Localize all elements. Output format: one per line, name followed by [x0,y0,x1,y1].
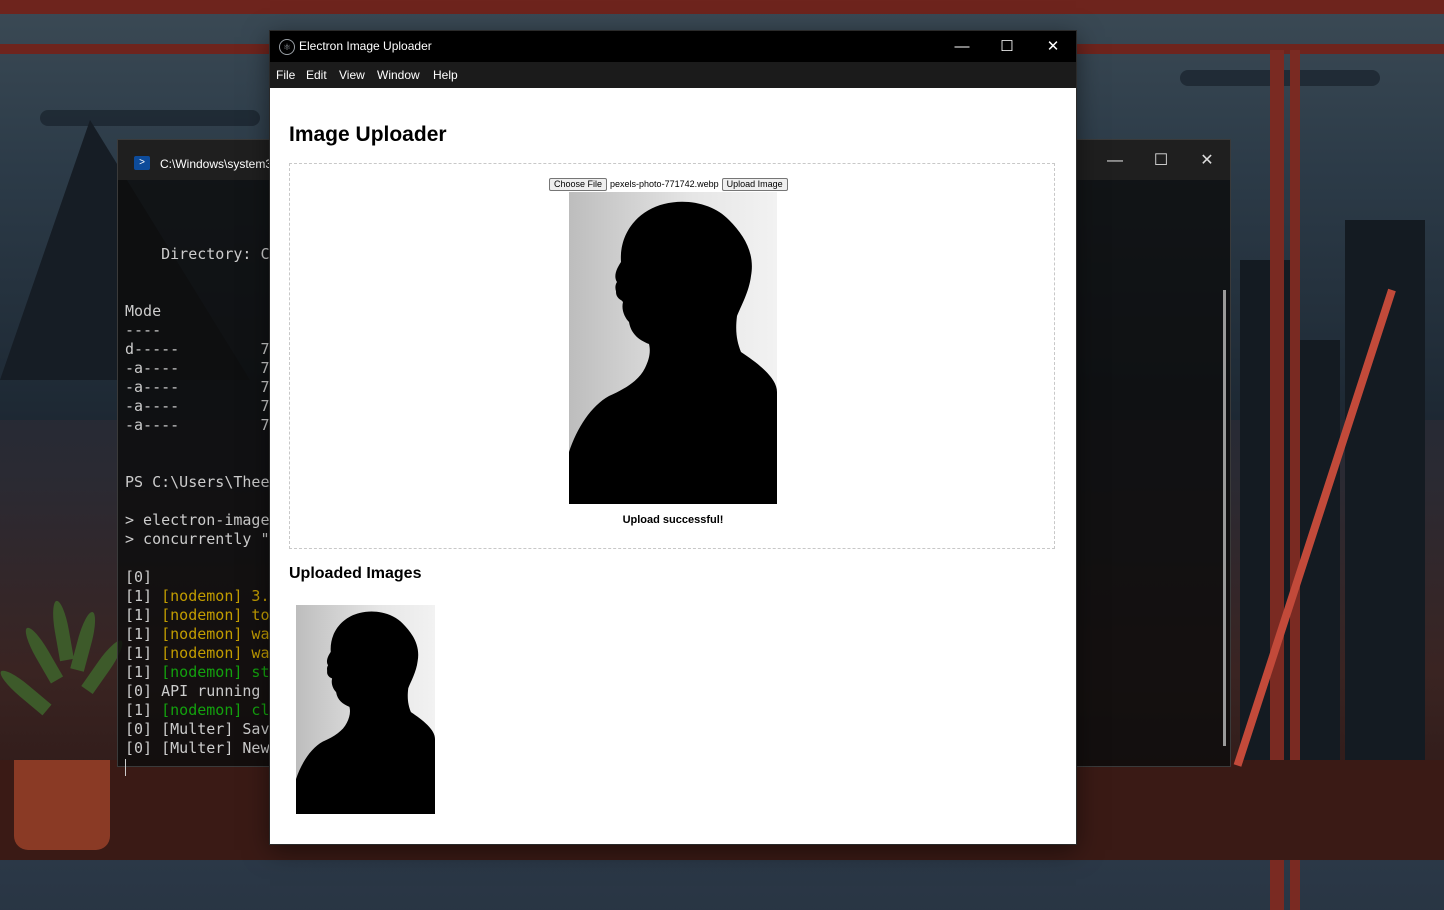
maximize-button[interactable]: ☐ [984,31,1030,62]
terminal-line-text: -a---- 7 [125,378,270,396]
minimize-button[interactable]: — [939,31,985,62]
menu-file[interactable]: File [276,68,295,82]
uploaded-images-heading: Uploaded Images [289,565,422,582]
terminal-line-text: ---- [125,321,162,339]
menu-bar: File Edit View Window Help [270,62,1076,88]
menu-edit[interactable]: Edit [306,68,327,82]
app-titlebar[interactable]: ⚛ Electron Image Uploader — ☐ ✕ [270,31,1076,62]
image-preview [569,192,777,504]
uploaded-image-thumbnail[interactable] [296,605,435,814]
powershell-icon: > [134,156,150,170]
terminal-line-highlight: [nodemon] 3. [161,587,270,605]
wallpaper-plant [0,560,128,760]
upload-image-button[interactable]: Upload Image [721,178,788,191]
terminal-line-text: PS C:\Users\Thee [125,473,270,491]
menu-window[interactable]: Window [377,68,420,82]
terminal-line-text: [0] [125,568,153,586]
terminal-line-text: [0] [Multer] Sav [125,720,270,738]
terminal-minimize-button[interactable]: — [1092,150,1138,172]
terminal-line-text: [1] [125,701,162,719]
terminal-line-text: d----- 7 [125,340,270,358]
wallpaper-window-frame [0,0,1444,14]
terminal-line-text: > electron-image [125,511,270,529]
terminal-line-text: [1] [125,663,162,681]
page-title: Image Uploader [289,123,447,146]
file-input-row: Choose File pexels-photo-771742.webp Uploa… [549,178,788,192]
terminal-line-text: [1] [125,625,162,643]
choose-file-button[interactable]: Choose File [549,178,608,191]
terminal-line-text: [0] API running [125,682,270,700]
terminal-cursor [125,759,126,776]
terminal-close-button[interactable]: ✕ [1184,150,1230,172]
terminal-line-highlight: [nodemon] wa [161,644,270,662]
terminal-line-text: -a---- 7 [125,359,270,377]
preview-silhouette-image [569,192,777,504]
terminal-line-text: > concurrently " [125,530,270,548]
selected-file-name: pexels-photo-771742.webp [610,179,719,189]
terminal-line-text: Mode [125,302,162,320]
terminal-line-text: Directory: C [125,245,270,263]
menu-view[interactable]: View [339,68,365,82]
terminal-scrollbar[interactable] [1223,290,1226,746]
app-title: Electron Image Uploader [299,39,432,53]
upload-area: Choose File pexels-photo-771742.webp Uploa… [289,163,1055,549]
terminal-line-highlight: [nodemon] cl [161,701,270,719]
terminal-line-highlight: [nodemon] st [161,663,270,681]
wallpaper-pot [14,760,110,850]
terminal-line-text: -a---- 7 [125,397,270,415]
terminal-line-text: [1] [125,587,162,605]
terminal-line-highlight: [nodemon] to [161,606,270,624]
thumbnail-silhouette-image [296,605,435,814]
close-button[interactable]: ✕ [1030,31,1076,62]
electron-icon: ⚛ [279,39,295,55]
terminal-line-highlight: [nodemon] wa [161,625,270,643]
terminal-line-text: [0] [Multer] New [125,739,270,757]
terminal-maximize-button[interactable]: ☐ [1138,150,1184,172]
terminal-line-text: [1] [125,644,162,662]
app-content: Image Uploader Choose File pexels-photo-7… [270,88,1076,844]
menu-help[interactable]: Help [433,68,458,82]
electron-app-window[interactable]: ⚛ Electron Image Uploader — ☐ ✕ File Edi… [270,31,1076,844]
terminal-title: C:\Windows\system3 [160,157,273,171]
terminal-line-text: [1] [125,606,162,624]
upload-status-message: Upload successful! [622,514,724,526]
terminal-line-text: -a---- 7 [125,416,270,434]
